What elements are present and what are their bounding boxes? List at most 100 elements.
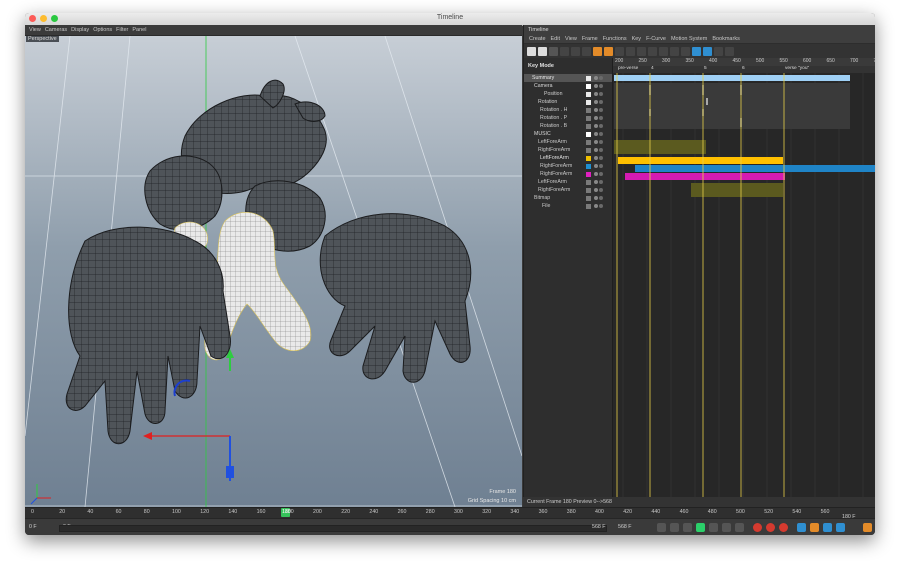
track-color-swatch[interactable] [586,123,591,129]
keyframe-sel-icon[interactable] [582,46,591,56]
menu-view[interactable]: View [565,36,577,42]
marker-label[interactable]: 5 [704,66,707,71]
tree-row[interactable]: File [524,202,612,210]
viewport-menu-filter[interactable]: Filter [116,27,128,33]
dope-sheet[interactable]: 200 250 300 350 400 450 500 550 600 650 700 750 pre… [613,58,875,518]
menu-motion-system[interactable]: Motion System [671,36,707,42]
play-icon[interactable] [696,523,705,532]
camera-label[interactable]: Perspective [26,36,59,42]
rotation-key-icon[interactable] [823,523,832,532]
right-frame-field[interactable]: 180 F [842,514,856,520]
key-mode-icon[interactable] [527,46,536,56]
record-key-icon[interactable] [753,523,762,532]
autokey-icon[interactable] [571,46,580,56]
lock-icon[interactable] [599,100,603,104]
track-color-swatch[interactable] [586,75,591,81]
visibility-icon[interactable] [594,156,598,160]
track-color-swatch[interactable] [586,187,591,193]
tree-row[interactable]: Rotation . P [524,114,612,122]
visibility-icon[interactable] [594,92,598,96]
param-key-icon[interactable] [836,523,845,532]
track-color-swatch[interactable] [586,195,591,201]
tree-row[interactable]: Bitmap [524,194,612,202]
visibility-icon[interactable] [594,180,598,184]
max-frame-field[interactable]: 568 F [592,524,606,530]
lock-icon[interactable] [599,172,603,176]
tree-row[interactable]: Position [524,90,612,98]
lock-icon[interactable] [599,156,603,160]
snap-icon[interactable] [692,46,701,56]
lock-icon[interactable] [599,180,603,184]
visibility-icon[interactable] [594,140,598,144]
lock-icon[interactable] [615,46,624,56]
visibility-icon[interactable] [594,148,598,152]
tree-row[interactable]: Rotation . B [524,122,612,130]
track-color-swatch[interactable] [586,147,591,153]
lock-icon[interactable] [599,84,603,88]
fcurve-mode-icon[interactable] [538,46,547,56]
frame-all-icon[interactable] [725,46,734,56]
visibility-icon[interactable] [594,132,598,136]
visibility-icon[interactable] [594,108,598,112]
tree-row[interactable]: Summary [524,74,612,82]
track-color-swatch[interactable] [586,203,591,209]
ease-ease-icon[interactable] [681,46,690,56]
visibility-icon[interactable] [594,164,598,168]
next-frame-icon[interactable] [709,523,718,532]
range-slider[interactable] [59,525,607,532]
motion-mode-icon[interactable] [549,46,558,56]
marker-label[interactable]: verse "you" [785,66,809,71]
prev-frame-icon[interactable] [683,523,692,532]
visibility-icon[interactable] [594,84,598,88]
goto-start-icon[interactable] [657,523,666,532]
visibility-icon[interactable] [594,204,598,208]
lock-icon[interactable] [599,164,603,168]
autokey-icon[interactable] [766,523,775,532]
visibility-icon[interactable] [594,124,598,128]
lock-icon[interactable] [599,148,603,152]
tree-row[interactable]: Rotation . H [524,106,612,114]
tree-row[interactable]: LeftForeArm [524,138,612,146]
visibility-icon[interactable] [594,172,598,176]
track-color-swatch[interactable] [586,107,591,113]
menu-create[interactable]: Create [529,36,546,42]
timeline-layout-icon[interactable] [863,523,872,532]
visibility-icon[interactable] [594,188,598,192]
record-icon[interactable] [560,46,569,56]
lock-icon[interactable] [599,108,603,112]
tree-row[interactable]: Rotation [524,98,612,106]
perspective-viewport[interactable]: Perspective Frame 180 Grid Spacing 10 cm [25,36,522,507]
viewport-menu-cameras[interactable]: Cameras [45,27,67,33]
viewport-menu-display[interactable]: Display [71,27,89,33]
track-color-swatch[interactable] [586,91,591,97]
menu-edit[interactable]: Edit [551,36,560,42]
tree-row[interactable]: LeftForeArm [524,154,612,162]
lock-icon[interactable] [599,196,603,200]
frame-ruler[interactable]: 0 20 40 60 80 100 120 140 160 180 200 220 240 260 280 3… [25,507,875,518]
marker-label[interactable]: pre-verse [618,66,638,71]
menu-functions[interactable]: Functions [603,36,627,42]
track-color-swatch[interactable] [586,171,591,177]
tree-row[interactable]: RightForeArm [524,186,612,194]
delete-key-icon[interactable] [604,46,613,56]
menu-bookmarks[interactable]: Bookmarks [712,36,740,42]
add-key-icon[interactable] [593,46,602,56]
key-options-icon[interactable] [779,523,788,532]
timeline-ruler[interactable]: 200 250 300 350 400 450 500 550 600 650 700 750 [613,58,875,66]
lock-icon[interactable] [599,188,603,192]
tree-row[interactable]: MUSIC [524,130,612,138]
lock-icon[interactable] [599,140,603,144]
lock-icon[interactable] [599,76,603,80]
tree-row[interactable]: Camera [524,82,612,90]
menu-frame[interactable]: Frame [582,36,598,42]
marker-label[interactable]: 6 [742,66,745,71]
end-frame-field[interactable]: 568 F [618,524,632,530]
visibility-icon[interactable] [594,100,598,104]
lock-icon[interactable] [599,92,603,96]
menu-key[interactable]: Key [632,36,641,42]
viewport-menu-panel[interactable]: Panel [132,27,146,33]
track-color-swatch[interactable] [586,99,591,105]
prev-key-icon[interactable] [670,523,679,532]
goto-end-icon[interactable] [735,523,744,532]
lock-icon[interactable] [599,124,603,128]
